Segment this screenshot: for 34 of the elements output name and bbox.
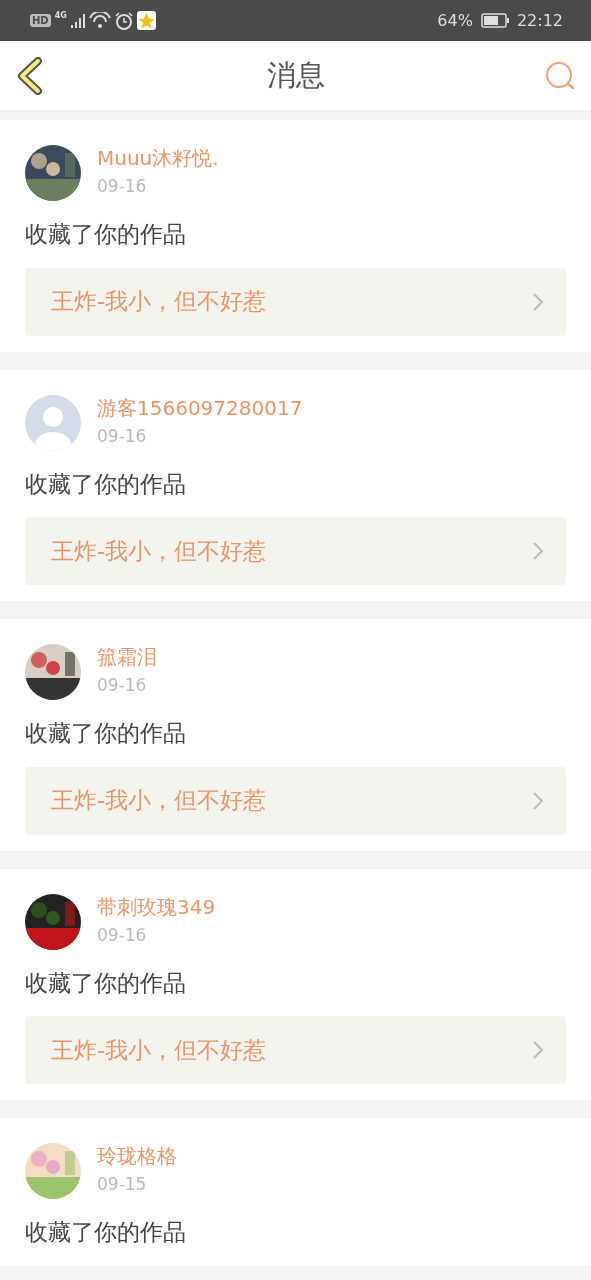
chevron-right-icon [532,1040,544,1060]
user-name[interactable]: 玲珑格格 [97,1143,177,1169]
back-icon[interactable] [16,56,44,95]
work-link[interactable]: 王炸-我小，但不好惹 [25,267,566,336]
user-name[interactable]: Muuu沐籽悦. [97,145,219,171]
chevron-right-icon [532,541,544,561]
signal-icon [70,13,85,28]
battery-icon [480,13,509,28]
page-title: 消息 [266,56,325,94]
work-link[interactable]: 王炸-我小，但不好惹 [25,1016,566,1084]
battery-percent: 64% [437,9,473,32]
user-name[interactable]: 带刺玫瑰349 [97,893,216,920]
work-link[interactable]: 王炸-我小，但不好惹 [25,766,566,835]
work-link[interactable]: 王炸-我小，但不好惹 [25,517,566,585]
action-text: 收藏了你的作品 [25,720,186,746]
chevron-right-icon [532,790,544,811]
network-label: 4G [54,10,67,22]
clock-time: 22:12 [516,9,563,32]
user-name[interactable]: 游客1566097280017 [97,394,303,421]
message-date: 09-15 [97,1173,147,1195]
action-text: 收藏了你的作品 [25,470,186,497]
hd-badge: HD [30,14,51,27]
action-text: 收藏了你的作品 [25,1219,186,1245]
user-name[interactable]: 箛霜泪 [97,644,157,670]
chevron-right-icon [532,291,544,312]
message-date: 09-16 [97,923,147,946]
alarm-icon [114,11,133,30]
star-app-icon [136,11,156,30]
message-date: 09-16 [97,424,147,447]
wifi-icon [88,12,111,29]
message-date: 09-16 [97,175,147,197]
message-date: 09-16 [97,674,147,696]
action-text: 收藏了你的作品 [25,221,186,247]
action-text: 收藏了你的作品 [25,969,186,996]
